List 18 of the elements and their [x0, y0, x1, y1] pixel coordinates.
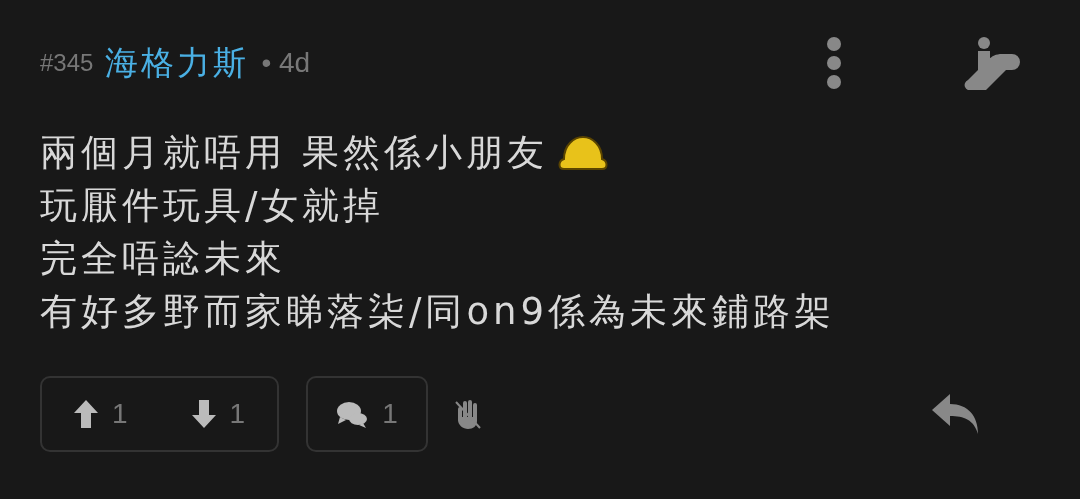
author-name[interactable]: 海格力斯	[105, 40, 250, 86]
reply-icon[interactable]	[932, 394, 980, 434]
upvote-icon[interactable]	[74, 400, 98, 428]
chat-bubbles-icon	[336, 400, 369, 428]
more-icon[interactable]	[826, 36, 842, 90]
post-age: • 4d	[261, 47, 311, 79]
upvote-count: 1	[112, 398, 128, 430]
downvote-count: 1	[229, 398, 246, 430]
post-number: #345	[40, 49, 94, 77]
comments-button[interactable]: 1	[306, 376, 428, 452]
comment-text: 玩厭件玩具/女就掉	[40, 182, 385, 229]
escalator-icon[interactable]	[964, 36, 1022, 90]
hand-icon[interactable]	[454, 399, 481, 429]
comment-text: 有好多野而家睇落柒/同on9係為未來鋪路架	[40, 288, 836, 335]
downvote-icon[interactable]	[191, 400, 216, 428]
comment-text: 兩個月就唔用 果然係小朋友	[40, 129, 548, 176]
comment-text: 完全唔諗未來	[40, 235, 286, 282]
comment-count: 1	[382, 398, 398, 430]
